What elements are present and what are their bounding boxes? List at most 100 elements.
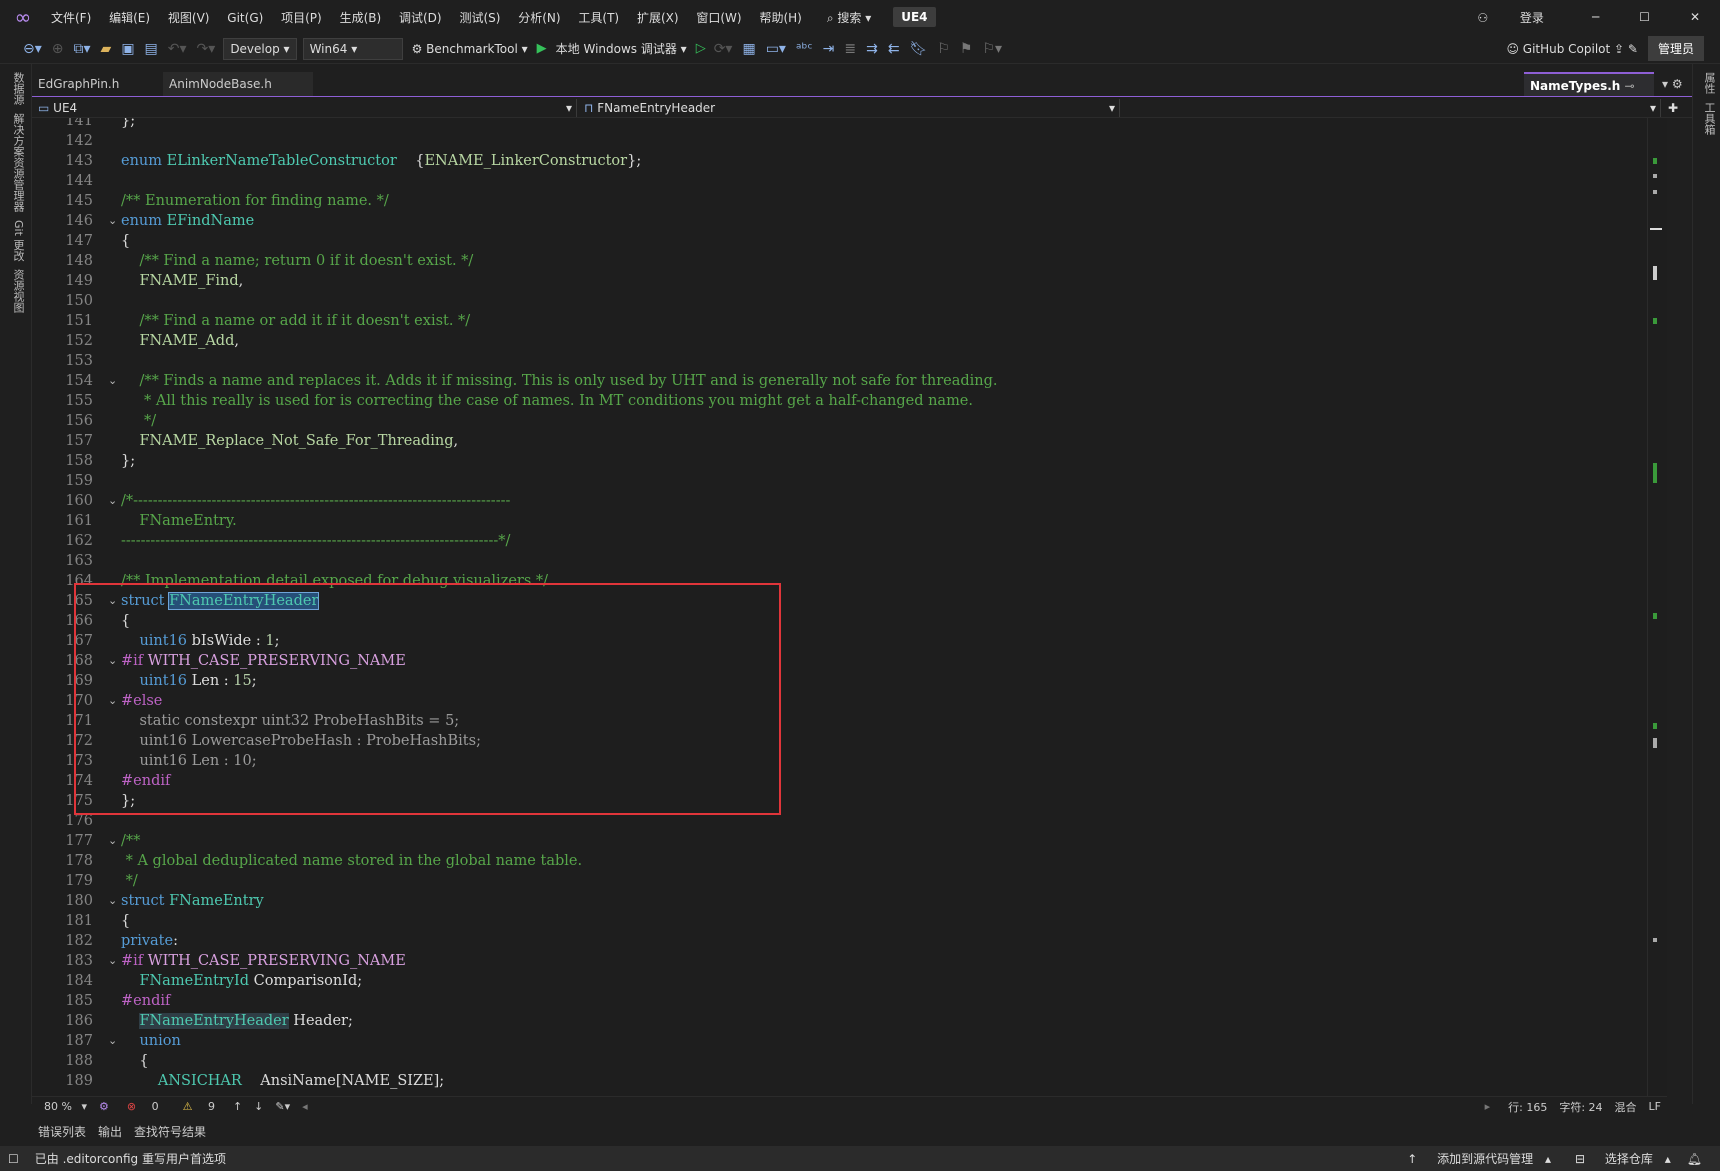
code-line[interactable]: 157 FNAME_Replace_Not_Safe_For_Threading… — [32, 431, 1632, 451]
indent-icon[interactable]: ⇉ — [861, 41, 883, 57]
prev-bookmark-icon[interactable]: ⚐ — [932, 41, 955, 57]
tab-output[interactable]: 输出 — [92, 1123, 128, 1140]
tab-error-list[interactable]: 错误列表 — [32, 1123, 92, 1140]
code-editor[interactable]: 141}; 142 143 enum ELinkerNameTableConstruc… — [32, 118, 1667, 1096]
tab-edgraphpin[interactable]: EdGraphPin.h — [32, 72, 162, 96]
menu-file[interactable]: 文件(F) — [44, 9, 98, 26]
code-line[interactable]: 151 /** Find a name or add it if it does… — [32, 311, 1632, 331]
error-count[interactable]: ⊗ 0 — [115, 1100, 171, 1113]
scope-dropdown[interactable]: ⊓ FNameEntryHeader ▾ — [578, 99, 1120, 117]
project-dropdown[interactable]: ▭ UE4 ▾ — [32, 99, 577, 117]
menu-git[interactable]: Git(G) — [220, 11, 270, 25]
cleanup-icon[interactable]: ✎▾ — [269, 1100, 296, 1113]
configuration-select[interactable]: Develop ▾ — [223, 37, 297, 60]
bookmark-icon[interactable]: 🔖︎ — [905, 41, 933, 57]
code-line[interactable]: 145 /** Enumeration for finding name. */ — [32, 191, 1632, 211]
tab-animnodebase[interactable]: AnimNodeBase.h — [163, 72, 313, 96]
code-line[interactable]: 183 ⌄ #if WITH_CASE_PRESERVING_NAME — [32, 951, 1632, 971]
spell-check-icon[interactable]: ᵃᵇᶜ — [791, 41, 818, 57]
code-line[interactable]: 189 ANSICHAR AnsiName[NAME_SIZE]; — [32, 1071, 1632, 1091]
code-line[interactable]: 146 ⌄ enum EFindName — [32, 211, 1632, 231]
fold-toggle-icon[interactable]: ⌄ — [108, 491, 117, 511]
add-to-source-control-button[interactable]: ↑ 添加到源代码管理 ▴ — [1391, 1150, 1559, 1167]
open-folder-icon[interactable]: ▰ — [96, 41, 117, 57]
forward-arrow-icon[interactable]: ⊕ — [47, 41, 69, 57]
code-line[interactable]: 188 { — [32, 1051, 1632, 1071]
code-line[interactable]: 179 */ — [32, 871, 1632, 891]
code-line[interactable]: 153 — [32, 351, 1632, 371]
menu-test[interactable]: 测试(S) — [452, 9, 507, 26]
start-debug-icon[interactable]: ▶ — [534, 41, 550, 56]
hot-reload-icon[interactable]: ⟳▾ — [709, 41, 738, 57]
code-line[interactable]: 186 FNameEntryHeader Header; — [32, 1011, 1632, 1031]
code-line[interactable]: 143 enum ELinkerNameTableConstructor {ENA… — [32, 151, 1632, 171]
fold-toggle-icon[interactable]: ⌄ — [108, 951, 117, 971]
solution-explorer-icon[interactable]: ▦ — [737, 41, 760, 57]
column-indicator[interactable]: 字符: 24 — [1553, 1099, 1608, 1115]
code-line[interactable]: 149 FNAME_Find, — [32, 271, 1632, 291]
save-icon[interactable]: ▣ — [116, 41, 139, 57]
debugger-select[interactable]: 本地 Windows 调试器 ▾ — [550, 40, 693, 57]
window-layout-icon[interactable]: ▭▾ — [761, 41, 791, 57]
step-into-icon[interactable]: ⇥ — [818, 41, 840, 57]
menu-debug[interactable]: 调试(D) — [392, 9, 449, 26]
vertical-scrollbar[interactable] — [1647, 118, 1662, 1096]
minimize-button[interactable]: ─ — [1572, 10, 1619, 24]
code-line[interactable]: 178 * A global deduplicated name stored … — [32, 851, 1632, 871]
previous-issue-icon[interactable]: ↑ — [227, 1100, 248, 1113]
menu-edit[interactable]: 编辑(E) — [102, 9, 157, 26]
outdent-icon[interactable]: ⇇ — [883, 41, 905, 57]
dock-tab-resource-view[interactable]: 资源视图 — [10, 269, 26, 313]
login-button[interactable]: ⚇ 登录 — [1449, 9, 1572, 26]
fold-toggle-icon[interactable]: ⌄ — [108, 371, 117, 391]
fold-toggle-icon[interactable]: ⌄ — [108, 1031, 117, 1051]
horizontal-scrollbar[interactable]: ◂ ▸ — [296, 1100, 1502, 1113]
bell-icon[interactable]: 🔔︎ — [1679, 1152, 1720, 1166]
menu-tools[interactable]: 工具(T) — [571, 9, 626, 26]
save-all-icon[interactable]: ▤ — [140, 41, 163, 57]
notification-icon[interactable]: ☐ — [0, 1152, 27, 1166]
code-line[interactable]: 154 ⌄ /** Finds a name and replaces it. A… — [32, 371, 1632, 391]
redo-icon[interactable]: ↷▾ — [192, 41, 221, 57]
select-repository-button[interactable]: ⊟ 选择仓库 ▴ — [1559, 1150, 1679, 1167]
line-indicator[interactable]: 行: 165 — [1502, 1099, 1553, 1115]
startup-project-select[interactable]: ⚙ BenchmarkTool ▾ — [406, 42, 534, 56]
dock-tab-git-changes[interactable]: Git 更改 — [10, 220, 26, 261]
code-line[interactable]: 158}; — [32, 451, 1632, 471]
tab-overflow-icon[interactable]: ▾ ⚙ — [1656, 72, 1692, 96]
menu-extensions[interactable]: 扩展(X) — [630, 9, 686, 26]
zoom-select[interactable]: 80 % ▾ — [32, 1100, 93, 1113]
undo-icon[interactable]: ↶▾ — [163, 41, 192, 57]
code-line[interactable]: 181 { — [32, 911, 1632, 931]
line-ending[interactable]: LF — [1643, 1100, 1667, 1113]
code-line[interactable]: 152 FNAME_Add, — [32, 331, 1632, 351]
code-line[interactable]: 163 — [32, 551, 1632, 571]
code-line[interactable]: 184 FNameEntryId ComparisonId; — [32, 971, 1632, 991]
intellicode-icon[interactable]: ⚙ — [93, 1100, 115, 1113]
visual-studio-logo-icon[interactable]: ∞ — [10, 6, 36, 28]
dock-tab-solution-explorer[interactable]: 解决方案资源管理器 — [10, 113, 26, 212]
code-line[interactable]: 187 ⌄ union — [32, 1031, 1632, 1051]
dock-tab-datasource[interactable]: 数据源 — [10, 72, 26, 105]
maximize-button[interactable]: ☐ — [1619, 10, 1670, 24]
comment-icon[interactable]: ≣ — [839, 41, 861, 57]
code-line[interactable]: 161 FNameEntry. — [32, 511, 1632, 531]
platform-select[interactable]: Win64 ▾ — [302, 37, 403, 60]
menu-build[interactable]: 生成(B) — [333, 9, 389, 26]
menu-help[interactable]: 帮助(H) — [752, 9, 808, 26]
code-line[interactable]: 141}; — [32, 118, 1632, 131]
fold-toggle-icon[interactable]: ⌄ — [108, 831, 117, 851]
code-line[interactable]: 160 ⌄/*----------------------------------… — [32, 491, 1632, 511]
pin-icon[interactable]: ⊸ — [1625, 79, 1635, 93]
code-line[interactable]: 180 ⌄ struct FNameEntry — [32, 891, 1632, 911]
copilot-button[interactable]: ☺ GitHub Copilot ⇪ ✎ — [1506, 42, 1648, 56]
fold-toggle-icon[interactable]: ⌄ — [108, 211, 117, 231]
new-project-icon[interactable]: ⧉▾ — [69, 41, 96, 57]
code-line[interactable]: 156 */ — [32, 411, 1632, 431]
code-line[interactable]: 144 — [32, 171, 1632, 191]
close-window-button[interactable]: ✕ — [1670, 10, 1720, 24]
menu-analyze[interactable]: 分析(N) — [511, 9, 567, 26]
code-line[interactable]: 155 * All this really is used for is cor… — [32, 391, 1632, 411]
menu-window[interactable]: 窗口(W) — [689, 9, 748, 26]
start-without-debug-icon[interactable]: ▷ — [693, 41, 709, 56]
